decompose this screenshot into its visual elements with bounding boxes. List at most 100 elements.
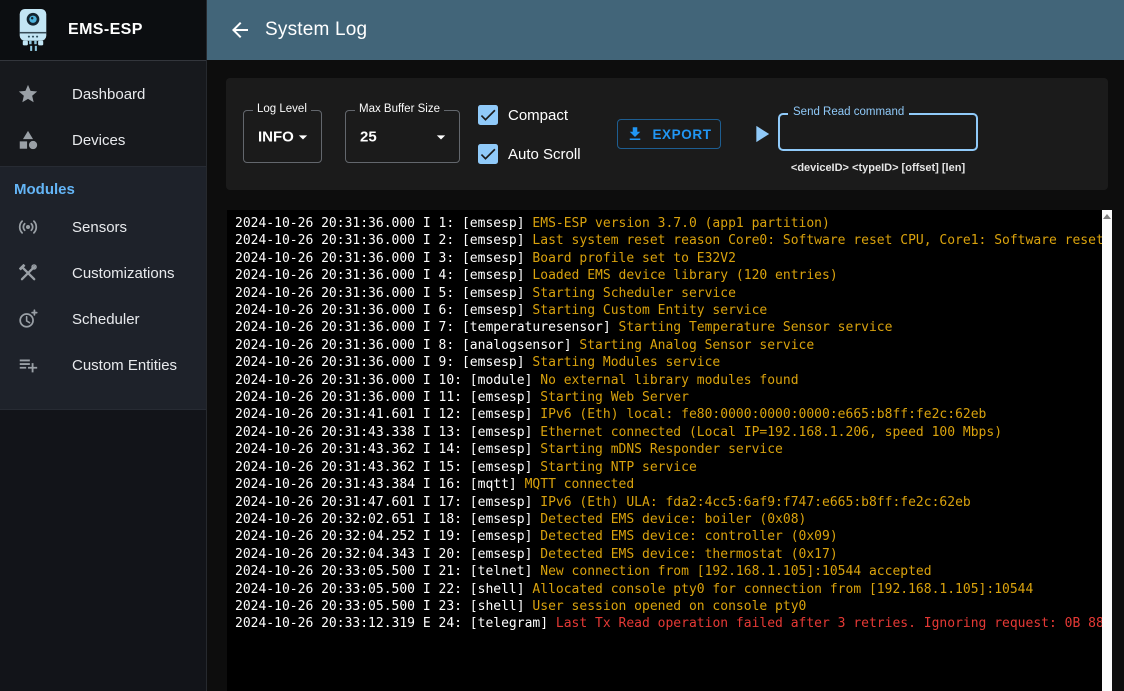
scroll-up-arrow-icon[interactable]	[1103, 214, 1111, 219]
log-line: 2024-10-26 20:33:05.500 I 23: [shell] Us…	[235, 598, 1112, 615]
export-button[interactable]: EXPORT	[617, 119, 721, 149]
log-line-message: Starting Modules service	[532, 355, 720, 370]
log-console[interactable]: 2024-10-26 20:31:36.000 I 1: [emsesp] EM…	[227, 210, 1112, 691]
log-line: 2024-10-26 20:31:43.338 I 13: [emsesp] E…	[235, 424, 1112, 441]
log-line: 2024-10-26 20:31:36.000 I 4: [emsesp] Lo…	[235, 267, 1112, 284]
log-line-message: Board profile set to E32V2	[532, 251, 736, 266]
log-line: 2024-10-26 20:31:36.000 I 6: [emsesp] St…	[235, 302, 1112, 319]
log-line-prefix: 2024-10-26 20:31:36.000 I 7: [temperatur…	[235, 320, 619, 335]
sidebar-item-custom-entities[interactable]: Custom Entities	[0, 342, 206, 388]
log-line: 2024-10-26 20:31:36.000 I 2: [emsesp] La…	[235, 232, 1112, 249]
modules-section-title: Modules	[14, 181, 206, 198]
log-line-prefix: 2024-10-26 20:31:43.384 I 16: [mqtt]	[235, 477, 525, 492]
sidebar-item-dashboard[interactable]: Dashboard	[0, 71, 206, 117]
log-line-prefix: 2024-10-26 20:33:05.500 I 21: [telnet]	[235, 564, 540, 579]
checkbox-box	[478, 144, 498, 164]
log-line: 2024-10-26 20:33:12.319 E 24: [telegram]…	[235, 615, 1112, 632]
sidebar-item-label: Devices	[72, 132, 125, 149]
auto-scroll-checkbox[interactable]: Auto Scroll	[478, 143, 581, 165]
sidebar-item-scheduler[interactable]: Scheduler	[0, 296, 206, 342]
arrow-back-icon[interactable]	[228, 18, 252, 42]
max-buffer-size-select[interactable]: Max Buffer Size 25	[345, 110, 460, 163]
log-line-message: Allocated console pty0 for connection fr…	[532, 582, 1033, 597]
compact-checkbox[interactable]: Compact	[478, 104, 568, 126]
log-level-select[interactable]: Log Level INFO	[243, 110, 322, 163]
log-line: 2024-10-26 20:31:36.000 I 11: [emsesp] S…	[235, 389, 1112, 406]
log-line-prefix: 2024-10-26 20:31:36.000 I 2: [emsesp]	[235, 233, 532, 248]
sidebar-item-sensors[interactable]: Sensors	[0, 204, 206, 250]
star-icon	[17, 83, 39, 105]
log-line-message: Starting Scheduler service	[532, 286, 736, 301]
log-scrollbar[interactable]	[1102, 210, 1112, 691]
log-line-prefix: 2024-10-26 20:33:05.500 I 22: [shell]	[235, 582, 532, 597]
send-read-label: Send Read command	[788, 106, 909, 118]
log-line-message: Detected EMS device: boiler (0x08)	[540, 512, 806, 527]
log-line-message: IPv6 (Eth) local: fe80:0000:0000:0000:e6…	[540, 407, 986, 422]
log-line-prefix: 2024-10-26 20:31:43.362 I 14: [emsesp]	[235, 442, 540, 457]
export-label: EXPORT	[652, 127, 711, 142]
log-line-message: Starting Analog Sensor service	[579, 338, 814, 353]
log-line: 2024-10-26 20:32:02.651 I 18: [emsesp] D…	[235, 511, 1112, 528]
sidebar-modules-section: Modules Sensors Customizations Scheduler…	[0, 166, 206, 410]
download-icon	[626, 125, 644, 143]
log-line-prefix: 2024-10-26 20:31:36.000 I 3: [emsesp]	[235, 251, 532, 266]
log-line-prefix: 2024-10-26 20:31:36.000 I 4: [emsesp]	[235, 268, 532, 283]
log-level-label: Log Level	[253, 103, 311, 115]
log-line: 2024-10-26 20:32:04.343 I 20: [emsesp] D…	[235, 546, 1112, 563]
log-line-prefix: 2024-10-26 20:31:43.362 I 15: [emsesp]	[235, 460, 540, 475]
send-read-field: Send Read command	[778, 113, 978, 151]
log-line-message: EMS-ESP version 3.7.0 (app1 partition)	[532, 216, 829, 231]
sidebar-item-devices[interactable]: Devices	[0, 117, 206, 163]
log-line: 2024-10-26 20:31:36.000 I 7: [temperatur…	[235, 319, 1112, 336]
sidebar-modules-list: Sensors Customizations Scheduler Custom …	[0, 204, 206, 388]
log-line-message: Starting NTP service	[540, 460, 697, 475]
log-line: 2024-10-26 20:33:05.500 I 22: [shell] Al…	[235, 581, 1112, 598]
category-icon	[17, 129, 39, 151]
log-line-prefix: 2024-10-26 20:31:36.000 I 1: [emsesp]	[235, 216, 532, 231]
log-line: 2024-10-26 20:31:36.000 I 1: [emsesp] EM…	[235, 215, 1112, 232]
app-logo-row: EMS-ESP	[0, 0, 206, 61]
check-icon	[478, 105, 498, 125]
log-line-prefix: 2024-10-26 20:31:36.000 I 11: [emsesp]	[235, 390, 540, 405]
log-line-prefix: 2024-10-26 20:33:12.319 E 24: [telegram]	[235, 616, 556, 631]
sidebar-item-customizations[interactable]: Customizations	[0, 250, 206, 296]
sidebar: EMS-ESP Dashboard Devices Modules Sensor…	[0, 0, 207, 691]
log-line-prefix: 2024-10-26 20:31:36.000 I 10: [module]	[235, 373, 540, 388]
log-line-message: Last system reset reason Core0: Software…	[532, 233, 1103, 248]
log-line-prefix: 2024-10-26 20:32:04.343 I 20: [emsesp]	[235, 547, 540, 562]
log-line-message: New connection from [192.168.1.105]:1054…	[540, 564, 931, 579]
sidebar-item-label: Dashboard	[72, 86, 145, 103]
log-line-prefix: 2024-10-26 20:31:36.000 I 9: [emsesp]	[235, 355, 532, 370]
log-line-prefix: 2024-10-26 20:31:36.000 I 5: [emsesp]	[235, 286, 532, 301]
max-buffer-size-label: Max Buffer Size	[355, 103, 444, 115]
log-line: 2024-10-26 20:31:36.000 I 3: [emsesp] Bo…	[235, 250, 1112, 267]
log-line: 2024-10-26 20:32:04.252 I 19: [emsesp] D…	[235, 528, 1112, 545]
log-line-message: Starting Temperature Sensor service	[619, 320, 893, 335]
log-line-message: Loaded EMS device library (120 entries)	[532, 268, 837, 283]
log-line-message: IPv6 (Eth) ULA: fda2:4cc5:6af9:f747:e665…	[540, 495, 970, 510]
emsesp-app: EMS-ESP Dashboard Devices Modules Sensor…	[0, 0, 1124, 691]
log-line-message: Detected EMS device: thermostat (0x17)	[540, 547, 837, 562]
max-buffer-size-value: 25	[360, 128, 377, 145]
log-line: 2024-10-26 20:31:43.362 I 14: [emsesp] S…	[235, 441, 1112, 458]
playlist-add-icon	[17, 354, 39, 376]
check-icon	[478, 144, 498, 164]
log-line-message: Starting Web Server	[540, 390, 689, 405]
compact-label: Compact	[508, 107, 568, 124]
log-line: 2024-10-26 20:31:43.362 I 15: [emsesp] S…	[235, 459, 1112, 476]
log-line-message: No external library modules found	[540, 373, 798, 388]
app-title: EMS-ESP	[68, 21, 143, 39]
log-line-message: Ethernet connected (Local IP=192.168.1.2…	[540, 425, 1002, 440]
send-read-helper-text: <deviceID> <typeID> [offset] [len]	[766, 162, 990, 174]
log-line: 2024-10-26 20:31:47.601 I 17: [emsesp] I…	[235, 494, 1112, 511]
log-line-message: Detected EMS device: controller (0x09)	[540, 529, 837, 544]
send-read-input[interactable]	[780, 115, 976, 149]
send-read-play-icon[interactable]	[747, 120, 775, 148]
header-bar: System Log	[207, 0, 1124, 60]
sidebar-item-label: Sensors	[72, 219, 127, 236]
auto-scroll-label: Auto Scroll	[508, 146, 581, 163]
log-line-prefix: 2024-10-26 20:32:02.651 I 18: [emsesp]	[235, 512, 540, 527]
log-line-prefix: 2024-10-26 20:31:36.000 I 6: [emsesp]	[235, 303, 532, 318]
log-line: 2024-10-26 20:31:36.000 I 5: [emsesp] St…	[235, 285, 1112, 302]
log-line-message: User session opened on console pty0	[532, 599, 806, 614]
